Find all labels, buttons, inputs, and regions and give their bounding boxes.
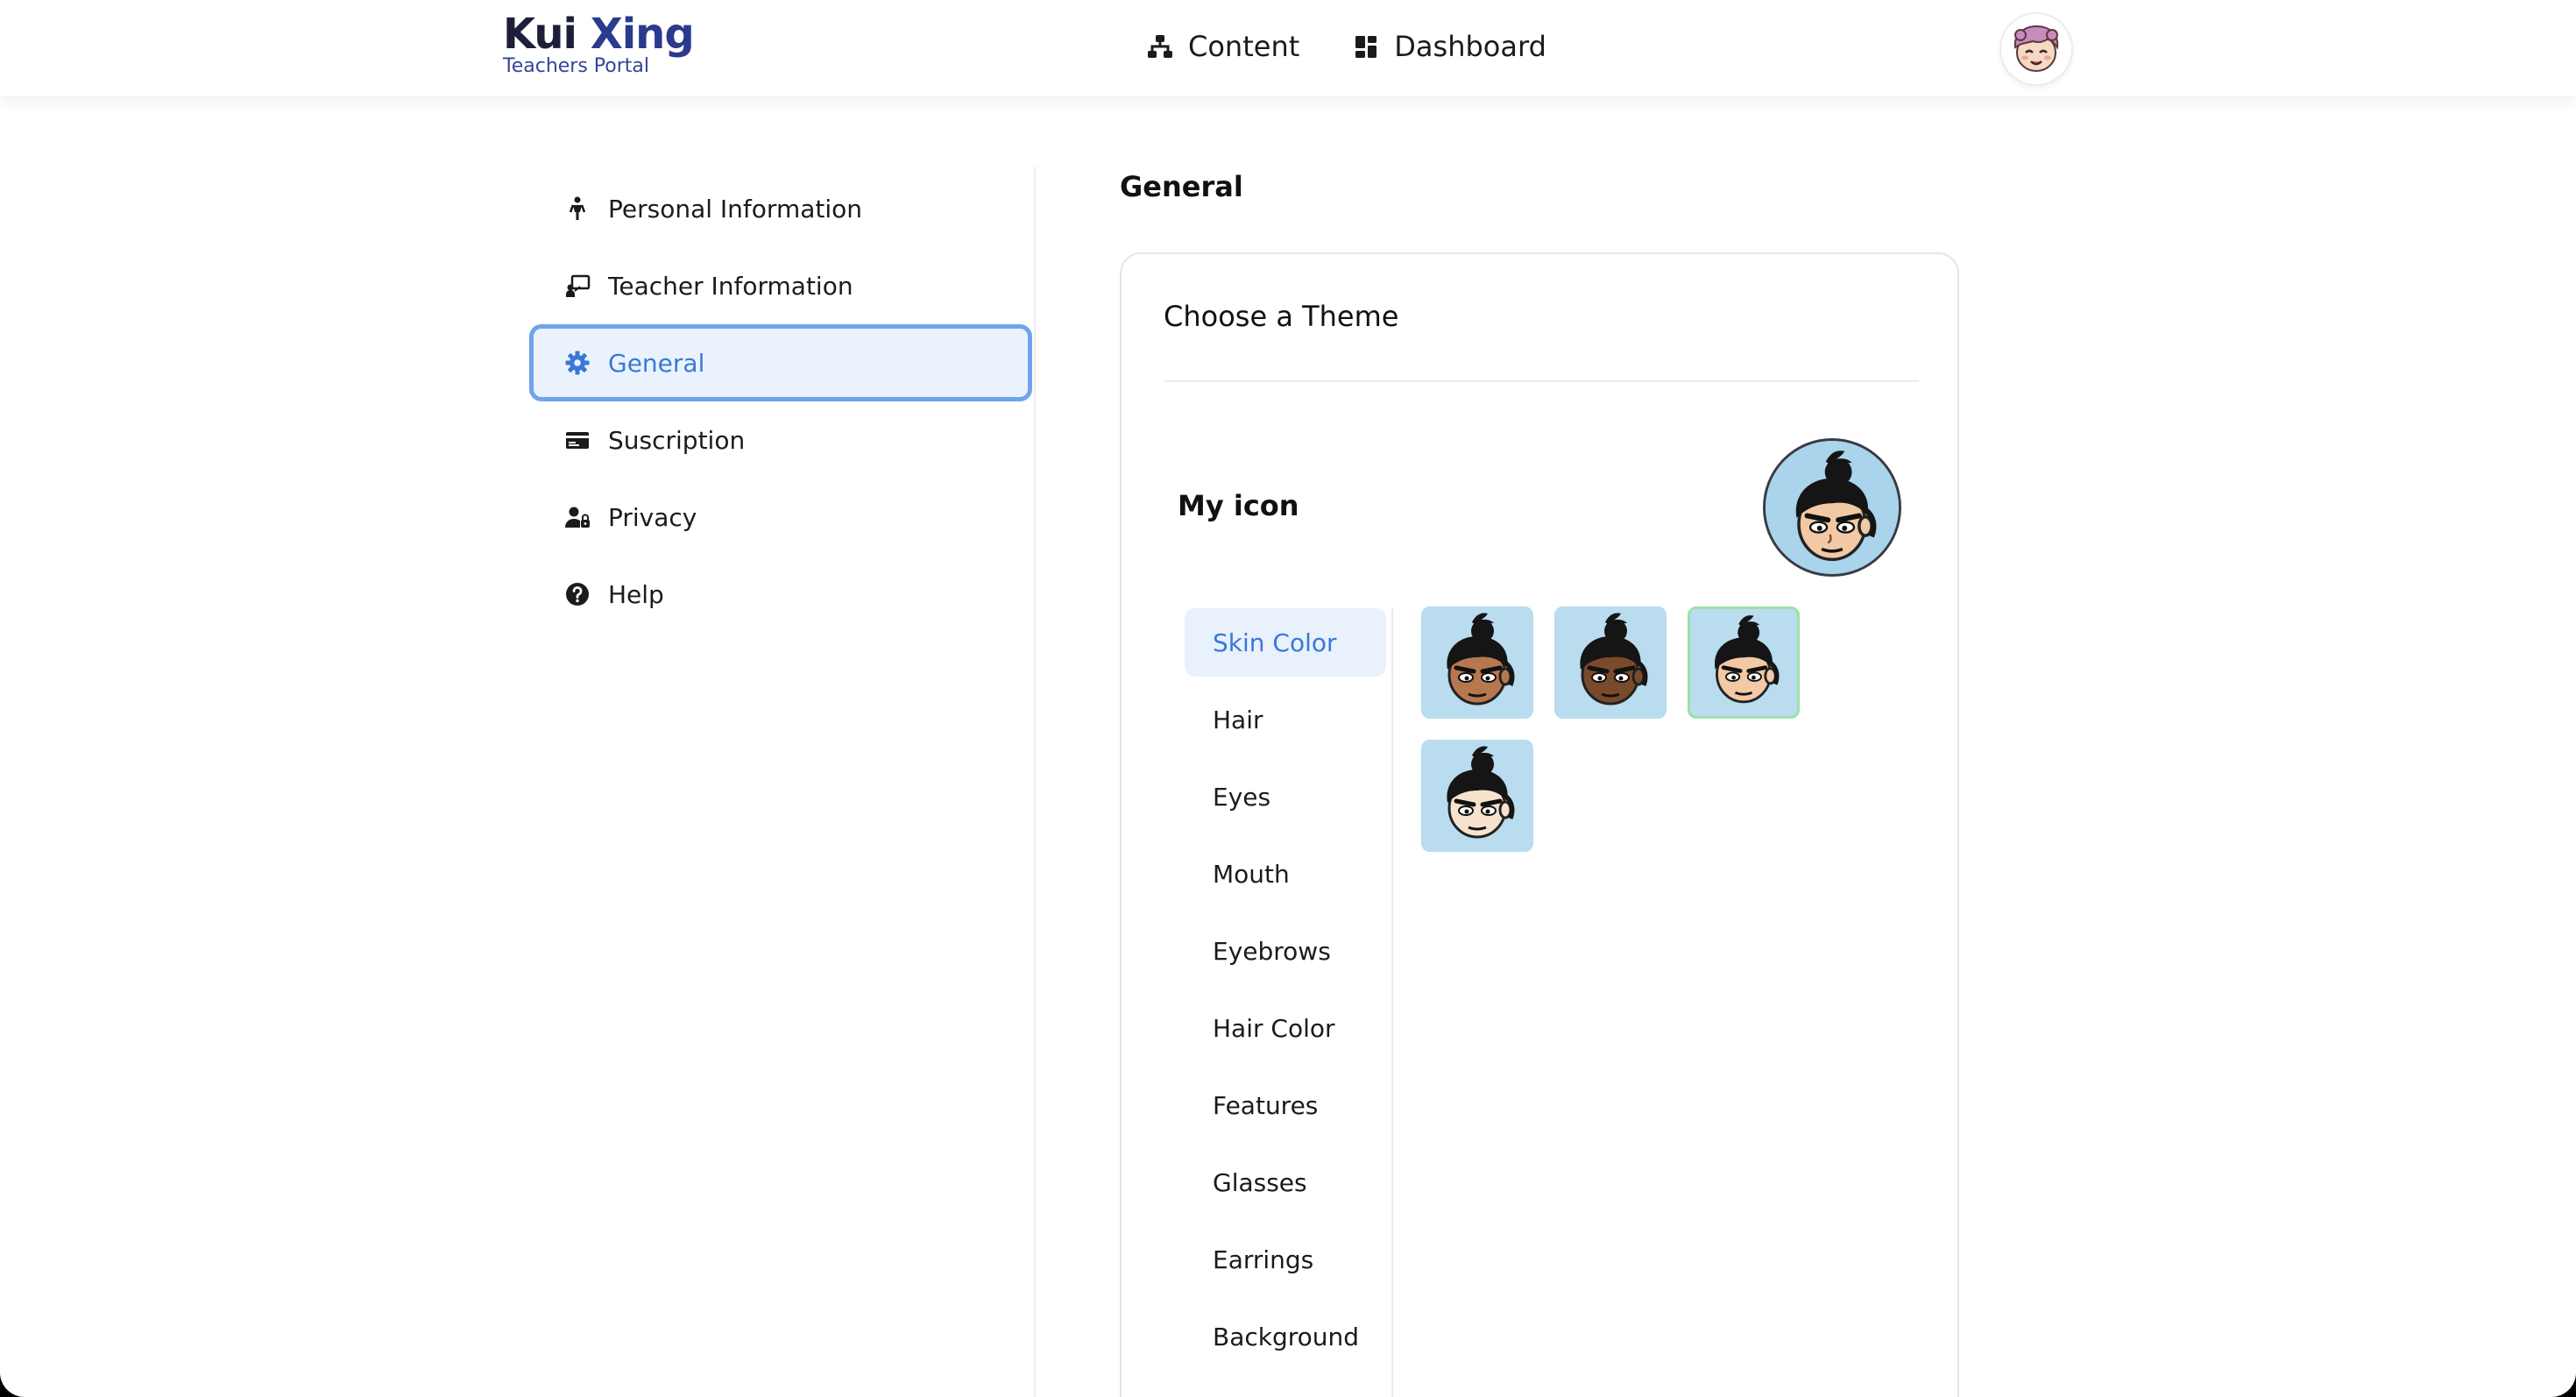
nav-dashboard-label: Dashboard	[1394, 30, 1546, 63]
user-avatar[interactable]	[2001, 14, 2071, 84]
category-hair-color[interactable]: Hair Color	[1185, 994, 1386, 1062]
sitemap-icon	[1148, 35, 1172, 58]
category-background[interactable]: Background	[1185, 1302, 1386, 1371]
sidebar-item-label: General	[608, 348, 705, 378]
top-nav: Content Dashboard	[1146, 23, 1546, 70]
sidebar-divider	[1034, 167, 1036, 1397]
skin-option[interactable]	[1688, 606, 1800, 719]
gear-icon	[565, 351, 590, 375]
category-eyes[interactable]: Eyes	[1185, 762, 1386, 831]
category-earrings[interactable]: Earrings	[1185, 1225, 1386, 1294]
user-lock-icon	[565, 507, 590, 528]
sidebar-item-personal-information[interactable]: Personal Information	[529, 170, 1032, 247]
category-features[interactable]: Features	[1185, 1071, 1386, 1139]
category-eyebrows[interactable]: Eyebrows	[1185, 917, 1386, 985]
sidebar-item-label: Suscription	[608, 425, 746, 455]
sidebar-item-subscription[interactable]: Suscription	[529, 401, 1032, 479]
question-icon	[566, 583, 589, 606]
sidebar-item-label: Help	[608, 579, 664, 609]
nav-dashboard[interactable]: Dashboard	[1352, 23, 1546, 70]
page-title: General	[1120, 170, 1243, 203]
category-mouth[interactable]: Mouth	[1185, 840, 1386, 908]
sidebar-item-label: Personal Information	[608, 194, 863, 223]
category-glasses[interactable]: Glasses	[1185, 1148, 1386, 1216]
card-title: Choose a Theme	[1164, 300, 1399, 333]
logo-title-part1: Kui	[503, 10, 591, 59]
avatar-face-image	[1554, 606, 1667, 719]
my-icon-preview	[1763, 438, 1901, 577]
top-bar: Kui Xing Teachers Portal Content Dashboa…	[0, 0, 2576, 96]
category-hair[interactable]: Hair	[1185, 685, 1386, 754]
nav-content[interactable]: Content	[1146, 23, 1299, 70]
dashboard-icon	[1355, 36, 1377, 58]
my-icon-label: My icon	[1178, 489, 1299, 522]
category-skin-color[interactable]: Skin Color	[1185, 608, 1386, 677]
logo-title-part2: Xing	[590, 10, 695, 59]
nav-content-label: Content	[1188, 30, 1300, 63]
category-divider	[1391, 608, 1393, 1397]
sidebar-item-privacy[interactable]: Privacy	[529, 479, 1032, 556]
sidebar-item-label: Privacy	[608, 502, 697, 532]
avatar-category-list: Skin Color Hair Eyes Mouth Eyebrows Hair…	[1185, 608, 1386, 1379]
avatar-face-image	[1421, 606, 1533, 719]
teacher-icon	[566, 274, 591, 297]
avatar-preview-image	[1766, 441, 1899, 574]
sidebar-item-help[interactable]: Help	[529, 556, 1032, 633]
card-divider	[1164, 380, 1919, 382]
skin-option[interactable]	[1421, 740, 1533, 852]
logo[interactable]: Kui Xing Teachers Portal	[503, 9, 695, 77]
sidebar-item-general[interactable]: General	[529, 324, 1032, 401]
logo-title: Kui Xing	[503, 9, 695, 60]
app-window: Kui Xing Teachers Portal Content Dashboa…	[0, 0, 2576, 1397]
avatar-face-image	[1421, 740, 1533, 852]
person-icon	[569, 196, 586, 220]
user-avatar-image	[2001, 14, 2071, 84]
sidebar-item-label: Teacher Information	[608, 271, 853, 301]
skin-option[interactable]	[1554, 606, 1667, 719]
skin-option[interactable]	[1421, 606, 1533, 719]
sidebar-item-teacher-information[interactable]: Teacher Information	[529, 247, 1032, 324]
avatar-face-image	[1690, 609, 1797, 716]
settings-sidebar: Personal Information Teacher Information	[529, 170, 1032, 633]
theme-card: Choose a Theme My icon Skin Color Hair E…	[1120, 252, 1959, 1397]
card-icon	[566, 432, 589, 449]
